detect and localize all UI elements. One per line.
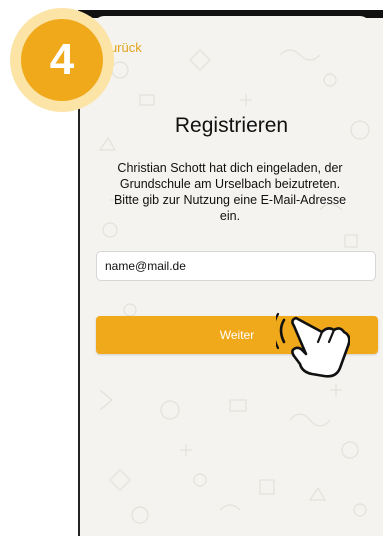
email-field[interactable] bbox=[96, 251, 376, 281]
page-title: Registrieren bbox=[174, 114, 289, 137]
phone-screen: Zurück Registrieren Christian Schott hat… bbox=[78, 10, 383, 536]
step-number: 4 bbox=[21, 19, 103, 101]
tapping-hand-icon bbox=[276, 312, 350, 378]
invitation-description: Christian Schott hat dich eingeladen, de… bbox=[113, 161, 347, 223]
step-number-badge: 4 bbox=[10, 8, 114, 112]
